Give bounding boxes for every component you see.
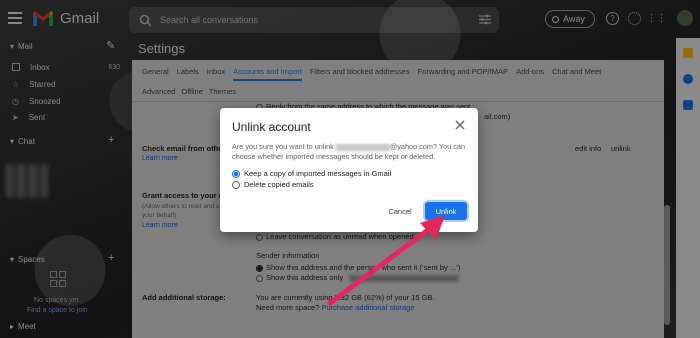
keep-copy-label: Keep a copy of imported messages in Gmai… xyxy=(244,169,392,178)
delete-copied-option[interactable]: Delete copied emails xyxy=(232,180,314,189)
radio-selected-icon xyxy=(232,169,240,178)
message-prefix: Are you sure you want to unlink xyxy=(232,142,334,151)
dialog-title: Unlink account xyxy=(232,120,311,134)
keep-copy-option[interactable]: Keep a copy of imported messages in Gmai… xyxy=(232,169,391,178)
close-icon[interactable] xyxy=(454,119,466,131)
delete-copied-label: Delete copied emails xyxy=(244,180,314,189)
dialog-message: Are you sure you want to unlink @yahoo.c… xyxy=(232,142,468,162)
radio-icon xyxy=(232,180,240,189)
annotation-arrow-icon xyxy=(327,215,445,306)
redacted-email xyxy=(335,143,390,151)
